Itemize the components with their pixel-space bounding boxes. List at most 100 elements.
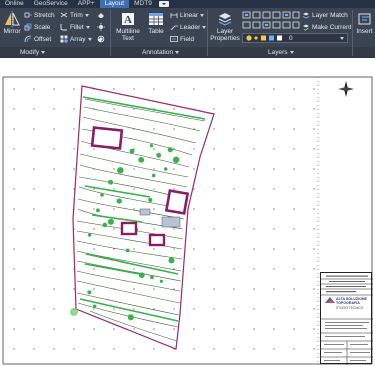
table-label: Table [148,28,164,35]
linear-label: Linear [180,11,199,19]
make-current-button[interactable]: Make Current [302,23,351,31]
mirror-button[interactable]: Mirror [1,11,23,35]
leader-label: Leader [180,23,201,31]
tree-symbol [159,279,163,283]
linear-dimension-icon [170,13,178,18]
offset-icon [24,35,32,43]
linear-dropdown-icon[interactable] [200,13,205,17]
parcel-boundary [72,85,215,350]
survey-point-highlight [70,308,78,316]
field-label: Field [180,35,195,43]
table-icon [149,13,163,25]
tab-online[interactable]: Online [0,0,29,8]
explode-button[interactable] [97,23,107,31]
leader-dropdown-icon[interactable] [202,25,207,29]
north-arrow-icon [338,81,354,97]
modify-panel-label[interactable]: Modify [20,49,46,56]
tree-symbol [148,197,153,203]
ribbon: Mirror Stretch Scale Offset Trim Fillet … [0,8,375,58]
annotation-panel-expand-icon[interactable] [175,51,180,54]
layer-match-button[interactable]: Layer Match [302,11,348,19]
layer-properties-button[interactable]: Layer Properties [209,11,241,42]
leader-button[interactable]: Leader [170,23,207,31]
mirror-label: Mirror [3,28,21,35]
scale-label: Scale [34,23,51,31]
layer-tools-grid[interactable] [242,11,300,31]
layer-match-label: Layer Match [312,11,348,19]
annotation-panel-label[interactable]: Annotation [142,49,180,56]
stretch-icon [24,12,32,18]
tree-symbol [156,152,162,158]
tree-symbol [116,198,122,204]
tree-symbol [96,208,100,213]
multiline-text-button[interactable]: A Multiline Text [113,11,143,42]
company-logo [325,297,335,303]
tree-symbol [167,147,173,153]
tree-symbol [87,290,92,295]
company-name: ALTA SOLUZIONE TOPOGRAFIA [336,297,367,305]
tab-app-plus[interactable]: APP+ [73,0,100,8]
fillet-icon [60,24,67,31]
tree-symbol [168,257,175,264]
stretch-label: Stretch [34,11,55,19]
panel-separator [110,10,111,56]
tab-geoservice[interactable]: GeoService [29,0,73,8]
table-button[interactable]: Table [145,11,167,35]
drawing-canvas[interactable]: ALTA SOLUZIONE TOPOGRAFIA STUDIO TECNICO [0,59,375,366]
fillet-dropdown-icon[interactable] [85,25,90,29]
tree-symbol [108,179,114,185]
tab-overflow-dropdown[interactable] [158,1,169,7]
tree-symbol [138,156,145,163]
array-button[interactable]: Array [60,35,92,43]
layer-dropdown-arrow-icon[interactable] [340,36,344,40]
trim-dropdown-icon[interactable] [84,13,89,17]
tree-symbol [163,167,168,171]
insert-block-icon [358,13,370,25]
explode-icon [97,23,105,31]
scale-button[interactable]: Scale [24,23,50,31]
array-dropdown-icon[interactable] [87,37,92,41]
tree-symbol [102,222,108,228]
panel-separator [352,10,353,56]
tree-symbol [149,143,154,148]
tree-symbol [172,156,180,164]
trim-button[interactable]: Trim [60,11,89,19]
trim-icon [60,12,68,18]
multiline-text-icon: A [122,13,134,26]
offset-button[interactable]: Offset [24,35,51,43]
field-button[interactable]: Field [170,35,194,43]
fillet-button[interactable]: Fillet [60,23,90,31]
field-icon [170,36,178,42]
tree-symbol [100,193,104,197]
linear-dimension-button[interactable]: Linear [170,11,205,19]
fillet-label: Fillet [70,23,84,31]
tree-symbol [117,167,124,174]
tree-symbol [150,275,154,280]
layers-panel-expand-icon[interactable] [289,51,294,54]
layers-panel-label[interactable]: Layers [268,49,294,56]
mirror-icon [5,11,20,27]
title-block-grid [321,275,373,365]
layer-dropdown[interactable]: 0 [242,33,348,43]
stretch-button[interactable]: Stretch [24,11,55,19]
erase-button[interactable] [97,11,107,19]
tree-symbol [151,173,156,178]
tree-symbol [138,272,145,279]
tree-symbol [87,233,92,237]
multiline-text-label: Multiline Text [116,28,140,42]
tree-symbol [92,304,97,308]
panel-separator [207,10,208,56]
scale-icon [24,23,32,31]
layer-properties-icon [218,13,232,26]
layer-match-icon [302,12,310,19]
rotate-button[interactable] [97,35,107,43]
layer-state-icons [246,35,282,41]
offset-label: Offset [34,35,52,43]
tab-mdt9[interactable]: MDT9 [129,0,157,8]
insert-button[interactable]: Insert [354,11,375,35]
company-subtitle: STUDIO TECNICO [336,306,364,310]
tree-symbol [129,148,135,154]
survey-plan-drawing[interactable] [0,59,375,366]
modify-panel-expand-icon[interactable] [41,51,46,54]
tab-layout[interactable]: Layout [99,0,130,8]
